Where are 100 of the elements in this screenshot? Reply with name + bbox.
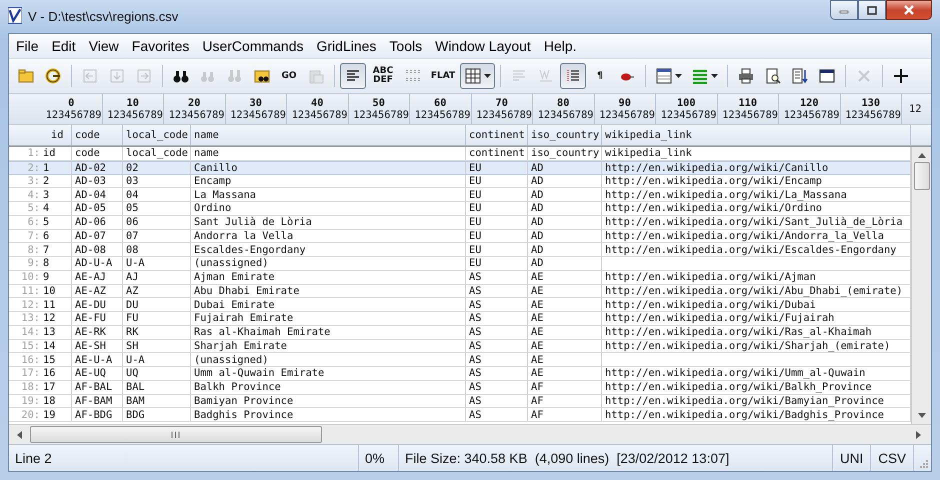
table-row[interactable]: 8: 7 AD-08 08 Escaldes-Engordany EU AD http://en.wikipedia.org/wiki/Escaldes-Engordany <box>9 243 911 257</box>
table-cell: AE-UQ <box>75 367 106 380</box>
table-cell: AF <box>531 394 544 407</box>
table-cell: AJ <box>126 271 138 284</box>
scroll-thumb[interactable]: III <box>30 426 322 443</box>
table-row[interactable]: 18: 17 AF-BAL BAL Balkh Province AS AF http://en.wikipedia.org/wiki/Balkh_Province <box>9 380 911 394</box>
table-cell: FU <box>126 312 138 324</box>
table-cell: Ras al-Khaimah Emirate <box>194 326 330 338</box>
scroll-left-icon <box>17 430 22 438</box>
maximize-button[interactable] <box>858 0 886 20</box>
horizontal-scrollbar[interactable]: III <box>9 424 931 444</box>
table-cell: BDG <box>126 408 145 421</box>
table-cell: 8 <box>43 257 50 270</box>
scroll-thumb[interactable] <box>914 162 930 190</box>
close-button[interactable] <box>886 0 932 20</box>
line-number: 8: <box>26 244 41 256</box>
table-cell: Ajman Emirate <box>194 271 275 284</box>
table-row[interactable]: 10: 9 AE-AJ AJ Ajman Emirate AS AE http://en.wikipedia.org/wiki/Ajman <box>9 270 911 284</box>
toolbar-button[interactable]: GO <box>276 63 302 89</box>
minimize-button[interactable] <box>830 0 858 20</box>
table-row[interactable]: 2: 1 AD-02 02 Canillo EU AD http://en.wikipedia.org/wiki/Canillo <box>9 160 911 174</box>
table-cell: AD <box>531 244 544 256</box>
toolbar-button[interactable]: ¶ <box>587 63 613 89</box>
toolbar-button[interactable]: ABC DEF <box>367 63 399 89</box>
table-cell: 06 <box>126 216 138 228</box>
table-cell: 14 <box>43 340 56 352</box>
table-row[interactable]: 4: 3 AD-04 04 La Massana EU AD http://en.wikipedia.org/wiki/La_Massana <box>9 188 911 202</box>
ruler-digits: 123456789 <box>845 109 901 121</box>
menu-item[interactable]: UserCommands <box>198 38 312 54</box>
table-row[interactable]: 15: 14 AE-SH SH Sharjah Emirate AS AE http://en.wikipedia.org/wiki/Sharjah_(emirate) <box>9 340 911 354</box>
column-header[interactable]: name <box>191 125 466 145</box>
table-cell: 5 <box>43 216 50 228</box>
table-cell: EU <box>469 257 482 270</box>
table-row[interactable]: 11: 10 AE-AZ AZ Abu Dhabi Emirate AS AE http://en.wikipedia.org/wiki/Abu_Dhabi_(emirate) <box>9 284 911 298</box>
menu-item[interactable]: Tools <box>385 38 432 54</box>
scroll-down-icon <box>918 413 926 418</box>
table-cell: Fujairah Emirate <box>194 312 294 324</box>
status-field: 0% <box>359 445 399 471</box>
table-cell: BAL <box>126 381 145 394</box>
menu-item[interactable]: Favorites <box>128 38 198 54</box>
menu-item[interactable]: GridLines <box>312 38 386 54</box>
table-row[interactable]: 19: 18 AF-BAM BAM Bamiyan Province AS AF http://en.wikipedia.org/wiki/Bamyian_Province <box>9 394 911 408</box>
vertical-scrollbar[interactable] <box>911 147 931 424</box>
table-cell: http://en.wikipedia.org/wiki/Sant_Julià_de_Lòria <box>605 216 903 228</box>
table-cell: http://en.wikipedia.org/wiki/Escaldes-Engordany <box>605 244 896 256</box>
table-cell: Abu Dhabi Emirate <box>194 284 300 297</box>
ruler-digits: 123456789 <box>784 109 840 121</box>
column-header[interactable]: local_code <box>123 125 191 145</box>
table-row[interactable]: 3: 2 AD-03 03 Encamp EU AD http://en.wikipedia.org/wiki/Encamp <box>9 174 911 188</box>
menu-item[interactable]: File <box>12 38 48 54</box>
line-number: 20: <box>20 408 41 421</box>
table-row[interactable]: 17: 16 AE-UQ UQ Umm al-Quwain Emirate AS AE http://en.wikipedia.org/wiki/Umm_al-Quwain <box>9 367 911 381</box>
column-header[interactable]: code <box>72 125 123 145</box>
menu-item[interactable]: View <box>84 38 128 54</box>
table-cell: AD-08 <box>75 244 106 256</box>
table-row[interactable]: 14: 13 AE-RK RK Ras al-Khaimah Emirate AS AE http://en.wikipedia.org/wiki/Ras_al-Khaimah <box>9 326 911 340</box>
table-cell: AS <box>469 367 482 380</box>
ruler-label: 130 <box>861 97 880 109</box>
table-row[interactable]: 20: 19 AF-BDG BDG Badghis Province AS AF http://en.wikipedia.org/wiki/Badghis_Province <box>9 408 911 422</box>
table-row[interactable]: 6: 5 AD-06 06 Sant Julià de Lòria EU AD http://en.wikipedia.org/wiki/Sant_Julià_de_Lòria <box>9 216 911 230</box>
table-cell: AS <box>469 271 482 284</box>
toolbar-button[interactable] <box>560 63 586 89</box>
column-header[interactable]: wikipedia_link <box>602 125 911 145</box>
dropdown-button[interactable] <box>460 63 495 89</box>
menu-item[interactable]: Window Layout <box>431 38 540 54</box>
scroll-right-icon <box>916 430 921 438</box>
table-cell: AE <box>531 271 544 284</box>
table-cell: local_code <box>126 147 188 160</box>
table-cell: EU <box>469 230 482 242</box>
table-row[interactable]: 7: 6 AD-07 07 Andorra la Vella EU AD http://en.wikipedia.org/wiki/Andorra_la_Vella <box>9 230 911 244</box>
table-row[interactable]: 9: 8 AD-U-A U-A (unassigned) EU AD <box>9 257 911 271</box>
table-cell: UQ <box>126 367 138 380</box>
menu-item[interactable]: Help. <box>540 38 586 54</box>
column-header[interactable]: continent <box>466 125 528 145</box>
toolbar-button[interactable]: FLAT <box>427 63 459 89</box>
table-cell: AD <box>531 216 544 228</box>
table-cell: iso_country <box>531 147 600 160</box>
table-cell: (unassigned) <box>194 354 268 366</box>
table-cell: http://en.wikipedia.org/wiki/Ordino <box>605 202 822 214</box>
table-row[interactable]: 13: 12 AE-FU FU Fujairah Emirate AS AE http://en.wikipedia.org/wiki/Fujairah <box>9 312 911 326</box>
table-cell: 03 <box>126 174 138 187</box>
menu-item[interactable]: Edit <box>48 38 85 54</box>
column-header[interactable]: iso_country <box>528 125 602 145</box>
app-icon <box>8 7 22 24</box>
table-row[interactable]: 12: 11 AE-DU DU Dubai Emirate AS AE http://en.wikipedia.org/wiki/Dubai <box>9 298 911 312</box>
table-row[interactable]: 16: 15 AE-U-A U-A (unassigned) AS AE <box>9 353 911 367</box>
table-cell: 11 <box>43 298 56 311</box>
line-number: 19: <box>20 394 41 407</box>
column-header[interactable]: id <box>9 125 72 145</box>
table-cell: http://en.wikipedia.org/wiki/Badghis_Province <box>605 408 884 421</box>
table-cell: AZ <box>126 284 138 297</box>
toolbar-button[interactable] <box>340 63 366 89</box>
table-cell: RK <box>126 326 138 338</box>
table-row[interactable]: 5: 4 AD-05 05 Ordino EU AD http://en.wikipedia.org/wiki/Ordino <box>9 202 911 216</box>
table-cell: AD <box>531 202 544 214</box>
table-cell: AE-SH <box>75 340 106 352</box>
table-cell: http://en.wikipedia.org/wiki/Abu_Dhabi_(emirate) <box>605 284 903 297</box>
table-cell: La Massana <box>194 188 256 201</box>
table-cell: AE-RK <box>75 326 106 338</box>
close-icon <box>903 5 915 15</box>
